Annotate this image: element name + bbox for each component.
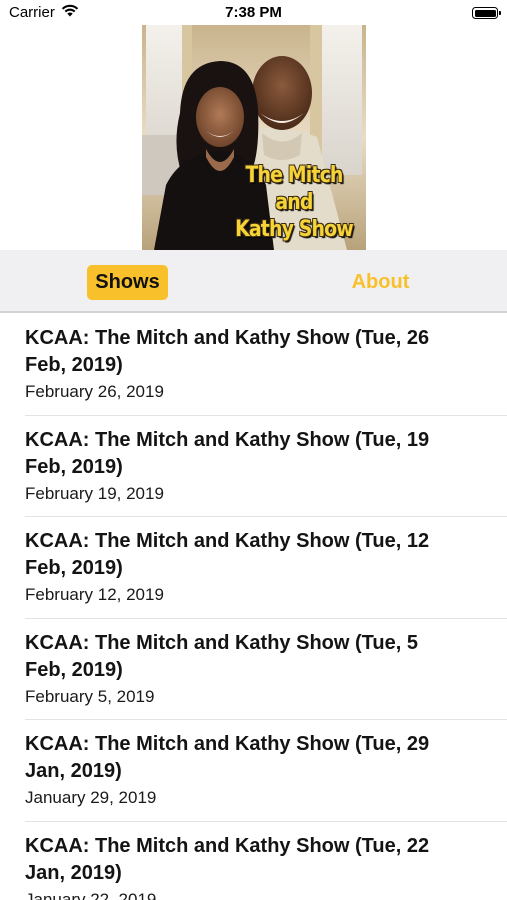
episode-date: February 26, 2019 — [25, 382, 164, 401]
episode-title: KCAA: The Mitch and Kathy Show (Tue, 22 … — [25, 834, 430, 884]
episode-title: KCAA: The Mitch and Kathy Show (Tue, 12 … — [25, 530, 430, 579]
episode-date: February 12, 2019 — [25, 585, 164, 604]
status-time: 7:38 PM — [225, 4, 282, 21]
episode-title: KCAA: The Mitch and Kathy Show (Tue, 19 … — [25, 428, 430, 478]
episode-row[interactable]: KCAA: The Mitch and Kathy Show (Tue, 19 … — [25, 416, 507, 517]
episode-title: KCAA: The Mitch and Kathy Show (Tue, 5 F… — [25, 631, 418, 681]
episode-date: February 19, 2019 — [25, 483, 164, 503]
episode-date: February 5, 2019 — [25, 686, 155, 706]
cover-title-line: The Mitch — [245, 163, 343, 188]
episode-title: KCAA: The Mitch and Kathy Show (Tue, 26 … — [25, 327, 430, 376]
show-cover-image: The Mitch and Kathy Show — [142, 25, 366, 250]
app-screen: Carrier 7:38 PM The Mitch and Kathy Show… — [0, 0, 507, 900]
cover-title: The Mitch and Kathy Show — [234, 162, 354, 243]
cover-title-line: Kathy Show — [235, 217, 354, 242]
episode-list[interactable]: KCAA: The Mitch and Kathy Show (Tue, 26 … — [0, 314, 507, 900]
status-bar: Carrier 7:38 PM — [0, 0, 507, 26]
segment-tab-bar: Shows About — [0, 250, 507, 313]
episode-row[interactable]: KCAA: The Mitch and Kathy Show (Tue, 5 F… — [25, 619, 507, 720]
cover-title-line: and — [275, 190, 313, 215]
episode-date: January 29, 2019 — [25, 788, 157, 807]
battery-icon — [472, 7, 501, 19]
episode-date: January 22, 2019 — [25, 889, 157, 900]
episode-row[interactable]: KCAA: The Mitch and Kathy Show (Tue, 29 … — [25, 720, 507, 822]
tab-shows[interactable]: Shows — [87, 265, 168, 300]
episode-row[interactable]: KCAA: The Mitch and Kathy Show (Tue, 12 … — [25, 517, 507, 619]
episode-row[interactable]: KCAA: The Mitch and Kathy Show (Tue, 22 … — [25, 822, 507, 900]
tab-about[interactable]: About — [340, 265, 421, 300]
episode-row[interactable]: KCAA: The Mitch and Kathy Show (Tue, 26 … — [25, 314, 507, 416]
episode-title: KCAA: The Mitch and Kathy Show (Tue, 29 … — [25, 733, 430, 782]
